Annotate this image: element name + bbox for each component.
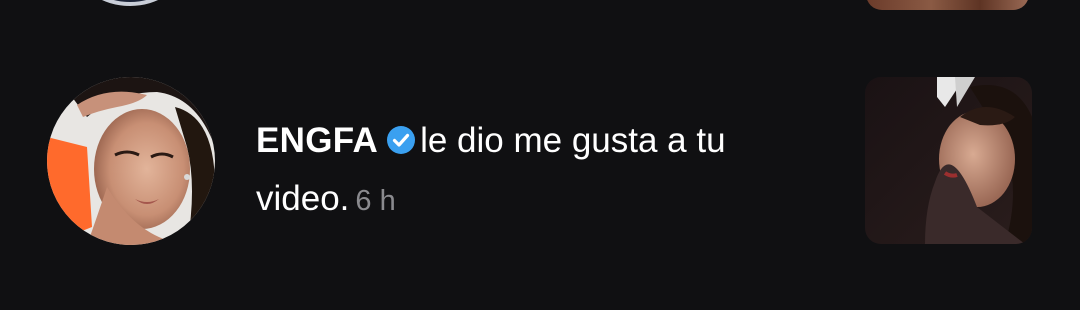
video-thumbnail[interactable] — [865, 77, 1032, 244]
verified-badge-icon — [386, 115, 416, 154]
previous-notification-avatar[interactable] — [78, 0, 182, 6]
notification-text: ENGFA le dio me gusta a tu video. 6 h — [256, 112, 816, 230]
username[interactable]: ENGFA — [256, 121, 378, 160]
timestamp: 6 h — [355, 185, 396, 217]
user-avatar[interactable] — [47, 77, 215, 245]
video-thumbnail-image — [865, 77, 1032, 244]
previous-notification-thumbnail[interactable] — [866, 0, 1029, 10]
notification-item[interactable]: ENGFA le dio me gusta a tu video. 6 h — [0, 76, 1080, 246]
avatar-photo — [47, 77, 215, 245]
notifications-list: ENGFA le dio me gusta a tu video. 6 h — [0, 0, 1080, 310]
